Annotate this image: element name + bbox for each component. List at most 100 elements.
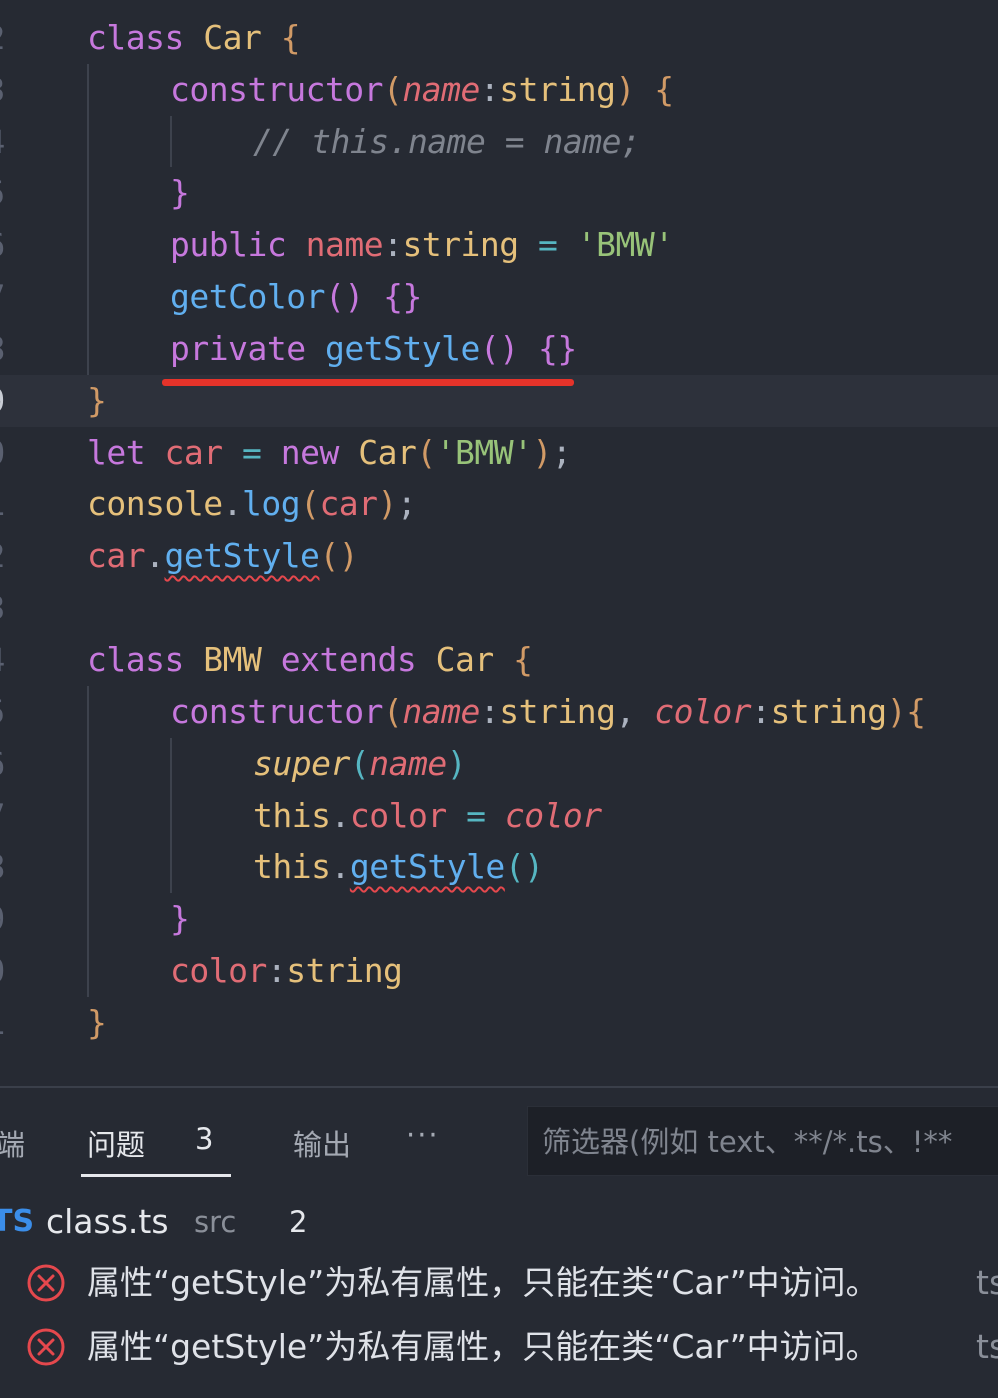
code-line[interactable]: 0 let car = new Car('BMW'); bbox=[0, 427, 998, 479]
code-token: ; bbox=[551, 433, 572, 472]
code-token: : bbox=[383, 225, 403, 264]
code-token: () bbox=[324, 277, 364, 316]
code-line[interactable]: 3 bbox=[0, 582, 998, 634]
code-token: . bbox=[222, 484, 243, 523]
code-token: color bbox=[349, 796, 447, 835]
code-token: } bbox=[87, 1003, 107, 1042]
code-token: } bbox=[87, 381, 107, 420]
code-line[interactable]: 4 class BMW extends Car { bbox=[0, 634, 998, 686]
code-token: private bbox=[170, 329, 306, 368]
code-token: : bbox=[266, 951, 287, 990]
code-line[interactable]: 5constructor(name:string, color:string){ bbox=[0, 686, 998, 738]
code-token: { bbox=[654, 70, 674, 109]
code-token: Car bbox=[435, 640, 495, 679]
code-text: console.log(car); bbox=[87, 478, 417, 530]
problem-row[interactable]: 属性“getStyle”为私有属性，只能在类“Car”中访问。 ts bbox=[0, 1317, 998, 1377]
code-line[interactable]: 7this.color = color bbox=[0, 790, 998, 842]
line-number: 7 bbox=[0, 271, 5, 323]
line-number: 6 bbox=[0, 738, 5, 790]
code-token: this bbox=[253, 796, 331, 835]
active-tab-indicator bbox=[81, 1174, 231, 1177]
code-token: () bbox=[504, 847, 544, 886]
code-text: this.getStyle() bbox=[253, 841, 544, 893]
code-token: { bbox=[280, 18, 301, 57]
problems-count-badge: 3 bbox=[195, 1122, 214, 1156]
code-token: Car bbox=[203, 18, 262, 57]
code-token: color bbox=[654, 692, 752, 731]
code-line[interactable]: 3 constructor(name:string) { bbox=[0, 64, 998, 116]
code-token: ( bbox=[383, 692, 403, 731]
code-line[interactable]: 5} bbox=[0, 167, 998, 219]
code-token: // this.name = name; bbox=[253, 122, 641, 161]
line-number: 4 bbox=[0, 634, 5, 686]
line-number: 4 bbox=[0, 116, 5, 168]
more-tabs-icon[interactable]: ··· bbox=[406, 1118, 440, 1152]
code-line[interactable]: 7 getColor() {} bbox=[0, 271, 998, 323]
code-line[interactable]: 9} bbox=[0, 893, 998, 945]
code-token: = bbox=[538, 225, 558, 264]
filter-input[interactable] bbox=[528, 1107, 998, 1177]
error-circle-icon bbox=[26, 1327, 66, 1367]
code-token: BMW bbox=[203, 640, 262, 679]
code-token: string bbox=[499, 692, 616, 731]
code-line[interactable]: 1 console.log(car); bbox=[0, 478, 998, 530]
code-token: ; bbox=[396, 484, 417, 523]
tab-problems[interactable]: 问题 bbox=[87, 1122, 145, 1164]
code-token: extends bbox=[280, 640, 417, 679]
code-token: : bbox=[479, 70, 500, 109]
code-text: private getStyle() {} bbox=[170, 323, 577, 375]
code-token: car bbox=[319, 484, 378, 523]
code-line[interactable]: 6 public name:string = 'BMW' bbox=[0, 219, 998, 271]
code-line[interactable]: 8 private getStyle() {} bbox=[0, 323, 998, 375]
line-number: 2 bbox=[0, 12, 5, 64]
code-token: ( bbox=[416, 433, 436, 472]
code-token: } bbox=[170, 173, 190, 212]
code-line[interactable]: 2 class Car { bbox=[0, 12, 998, 64]
code-token: () bbox=[479, 329, 519, 368]
line-number: 9 bbox=[0, 893, 5, 945]
code-text: constructor(name:string, color:string){ bbox=[170, 686, 926, 738]
error-circle-icon bbox=[26, 1263, 66, 1303]
problem-row[interactable]: 属性“getStyle”为私有属性，只能在类“Car”中访问。 ts bbox=[0, 1253, 998, 1313]
code-line[interactable]: 4 // this.name = name; bbox=[0, 116, 998, 168]
code-line[interactable]: 6 super(name) bbox=[0, 738, 998, 790]
tab-output[interactable]: 输出 bbox=[293, 1122, 351, 1164]
code-editor[interactable]: 2class Car {3constructor(name:string) {4… bbox=[0, 0, 998, 1086]
code-text: super(name) bbox=[253, 738, 467, 790]
code-line[interactable]: 2 car.getStyle() bbox=[0, 530, 998, 582]
code-token: 'BMW' bbox=[435, 433, 533, 472]
code-text: this.color = color bbox=[253, 790, 602, 842]
code-text: } bbox=[87, 375, 107, 427]
code-token: ( bbox=[300, 484, 320, 523]
code-token: let bbox=[87, 433, 146, 472]
code-token: {} bbox=[538, 329, 577, 368]
tab-terminal-fragment[interactable]: 端 bbox=[0, 1122, 25, 1164]
code-token: () bbox=[319, 536, 359, 575]
code-token: color bbox=[170, 951, 267, 990]
code-token: this bbox=[253, 847, 331, 886]
code-line[interactable]: 0 color:string bbox=[0, 945, 998, 997]
code-token: class bbox=[87, 640, 184, 679]
code-token: constructor bbox=[170, 692, 384, 731]
code-line[interactable]: 1} bbox=[0, 997, 998, 1049]
problem-file-name[interactable]: class.ts bbox=[46, 1197, 169, 1247]
code-token: name bbox=[369, 744, 447, 783]
code-token: { bbox=[906, 692, 926, 731]
code-line[interactable]: 8 this.getStyle() bbox=[0, 841, 998, 893]
code-text: constructor(name:string) { bbox=[170, 64, 674, 116]
code-token: constructor bbox=[170, 70, 384, 109]
code-token: log bbox=[241, 484, 301, 523]
problems-filter[interactable] bbox=[527, 1106, 998, 1177]
